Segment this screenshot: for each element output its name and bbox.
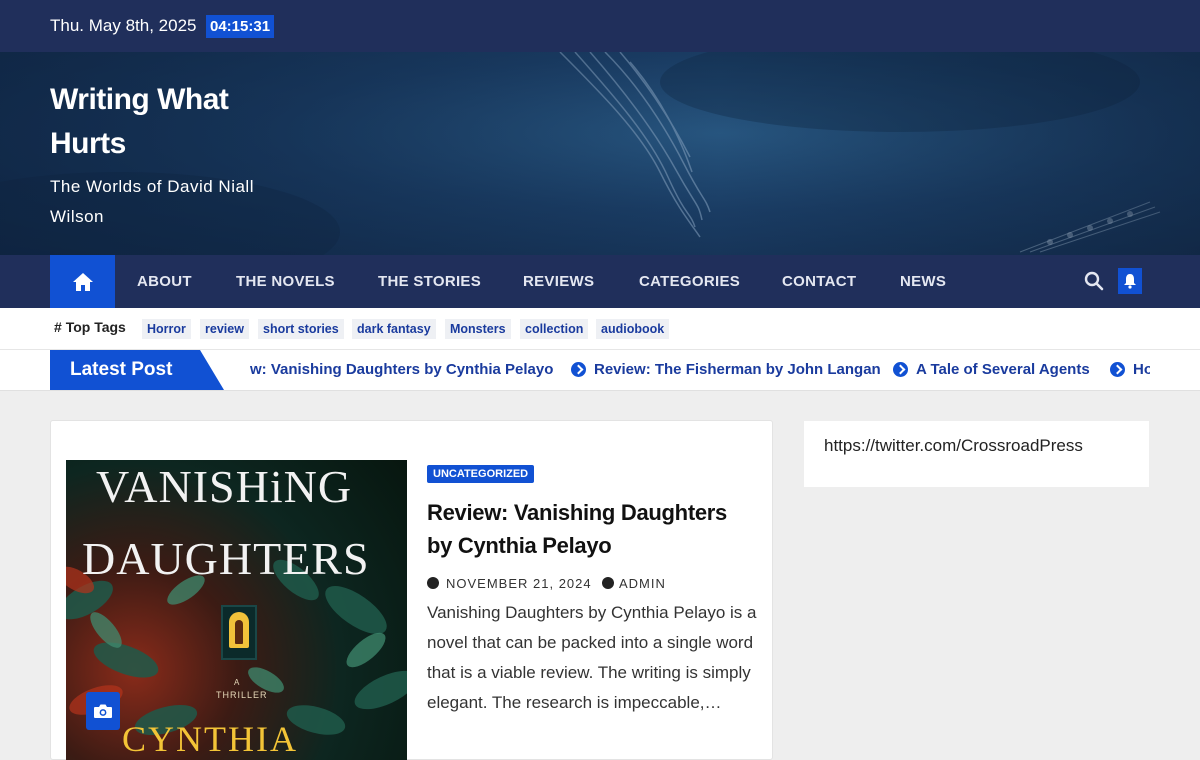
sidebar-widget: https://twitter.com/CrossroadPress	[804, 421, 1149, 487]
header-banner: Writing What Hurts The Worlds of David N…	[0, 52, 1200, 255]
ticker-item[interactable]: Ho	[1133, 361, 1150, 378]
nav-item-the-stories[interactable]: THE STORIES	[378, 255, 481, 308]
top-tags-label: # Top Tags	[54, 319, 126, 335]
cover-title-line1: VANISHiNG	[96, 461, 353, 512]
nav-item-news[interactable]: NEWS	[900, 255, 946, 308]
nav-item-reviews[interactable]: REVIEWS	[523, 255, 594, 308]
tag-monsters[interactable]: Monsters	[445, 319, 511, 339]
arrow-circle-icon	[1110, 362, 1125, 377]
current-date: Thu. May 8th, 2025	[50, 16, 197, 35]
site-title[interactable]: Writing What Hurts	[50, 78, 310, 166]
tag-audiobook[interactable]: audiobook	[596, 319, 670, 339]
ticker-track: w: Vanishing Daughters by Cynthia Pelayo…	[250, 350, 1150, 390]
post-author[interactable]: ADMIN	[619, 576, 666, 591]
main-navigation: ABOUT THE NOVELS THE STORIES REVIEWS CAT…	[0, 255, 1200, 308]
user-icon	[602, 577, 614, 589]
top-bar: Thu. May 8th, 2025 04:15:31	[0, 0, 1200, 52]
home-icon	[72, 272, 93, 291]
latest-post-label-text: Latest Post	[70, 359, 173, 380]
notification-button[interactable]	[1118, 268, 1142, 294]
ticker-item[interactable]: Review: The Fisherman by John Langan	[594, 361, 881, 378]
post-category-badge[interactable]: UNCATEGORIZED	[427, 465, 535, 483]
post-date[interactable]: NOVEMBER 21, 2024	[446, 576, 592, 591]
site-tagline: The Worlds of David Niall Wilson	[50, 177, 254, 226]
camera-icon	[94, 704, 112, 718]
home-button[interactable]	[50, 255, 115, 308]
tag-dark-fantasy[interactable]: dark fantasy	[352, 319, 436, 339]
tag-review[interactable]: review	[200, 319, 249, 339]
top-tags-bar: # Top Tags Horror review short stories d…	[0, 308, 1200, 350]
hash-icon: #	[54, 319, 66, 335]
tag-collection[interactable]: collection	[520, 319, 589, 339]
cover-subtitle-b: THRILLER	[216, 690, 268, 700]
latest-post-label: Latest Post	[50, 350, 224, 390]
nav-item-the-novels[interactable]: THE NOVELS	[236, 255, 335, 308]
nav-item-categories[interactable]: CATEGORIES	[639, 255, 740, 308]
nav-item-contact[interactable]: CONTACT	[782, 255, 856, 308]
cover-figure	[235, 620, 243, 644]
cover-author: CYNTHIA	[122, 719, 298, 759]
camera-button[interactable]	[86, 692, 120, 730]
tag-horror[interactable]: Horror	[142, 319, 191, 339]
top-tags-label-text: Top Tags	[65, 319, 126, 335]
sidebar-widget-link[interactable]: https://twitter.com/CrossroadPress	[824, 436, 1083, 456]
current-time: 04:15:31	[206, 15, 275, 38]
ticker-item[interactable]: A Tale of Several Agents	[916, 361, 1090, 378]
arrow-circle-icon	[571, 362, 586, 377]
tag-short-stories[interactable]: short stories	[258, 319, 344, 339]
ticker-item[interactable]: w: Vanishing Daughters by Cynthia Pelayo	[250, 361, 553, 378]
search-icon[interactable]	[1084, 271, 1104, 291]
clock-icon	[427, 577, 439, 589]
post-title[interactable]: Review: Vanishing Daughters by Cynthia P…	[427, 496, 757, 562]
bell-icon	[1124, 274, 1136, 289]
nav-item-about[interactable]: ABOUT	[137, 255, 192, 308]
post-excerpt: Vanishing Daughters by Cynthia Pelayo is…	[427, 603, 757, 712]
cover-subtitle-a: A	[234, 678, 240, 687]
cover-title-line2: DAUGHTERS	[82, 533, 370, 584]
latest-post-ticker: Latest Post w: Vanishing Daughters by Cy…	[0, 350, 1200, 391]
arrow-circle-icon	[893, 362, 908, 377]
